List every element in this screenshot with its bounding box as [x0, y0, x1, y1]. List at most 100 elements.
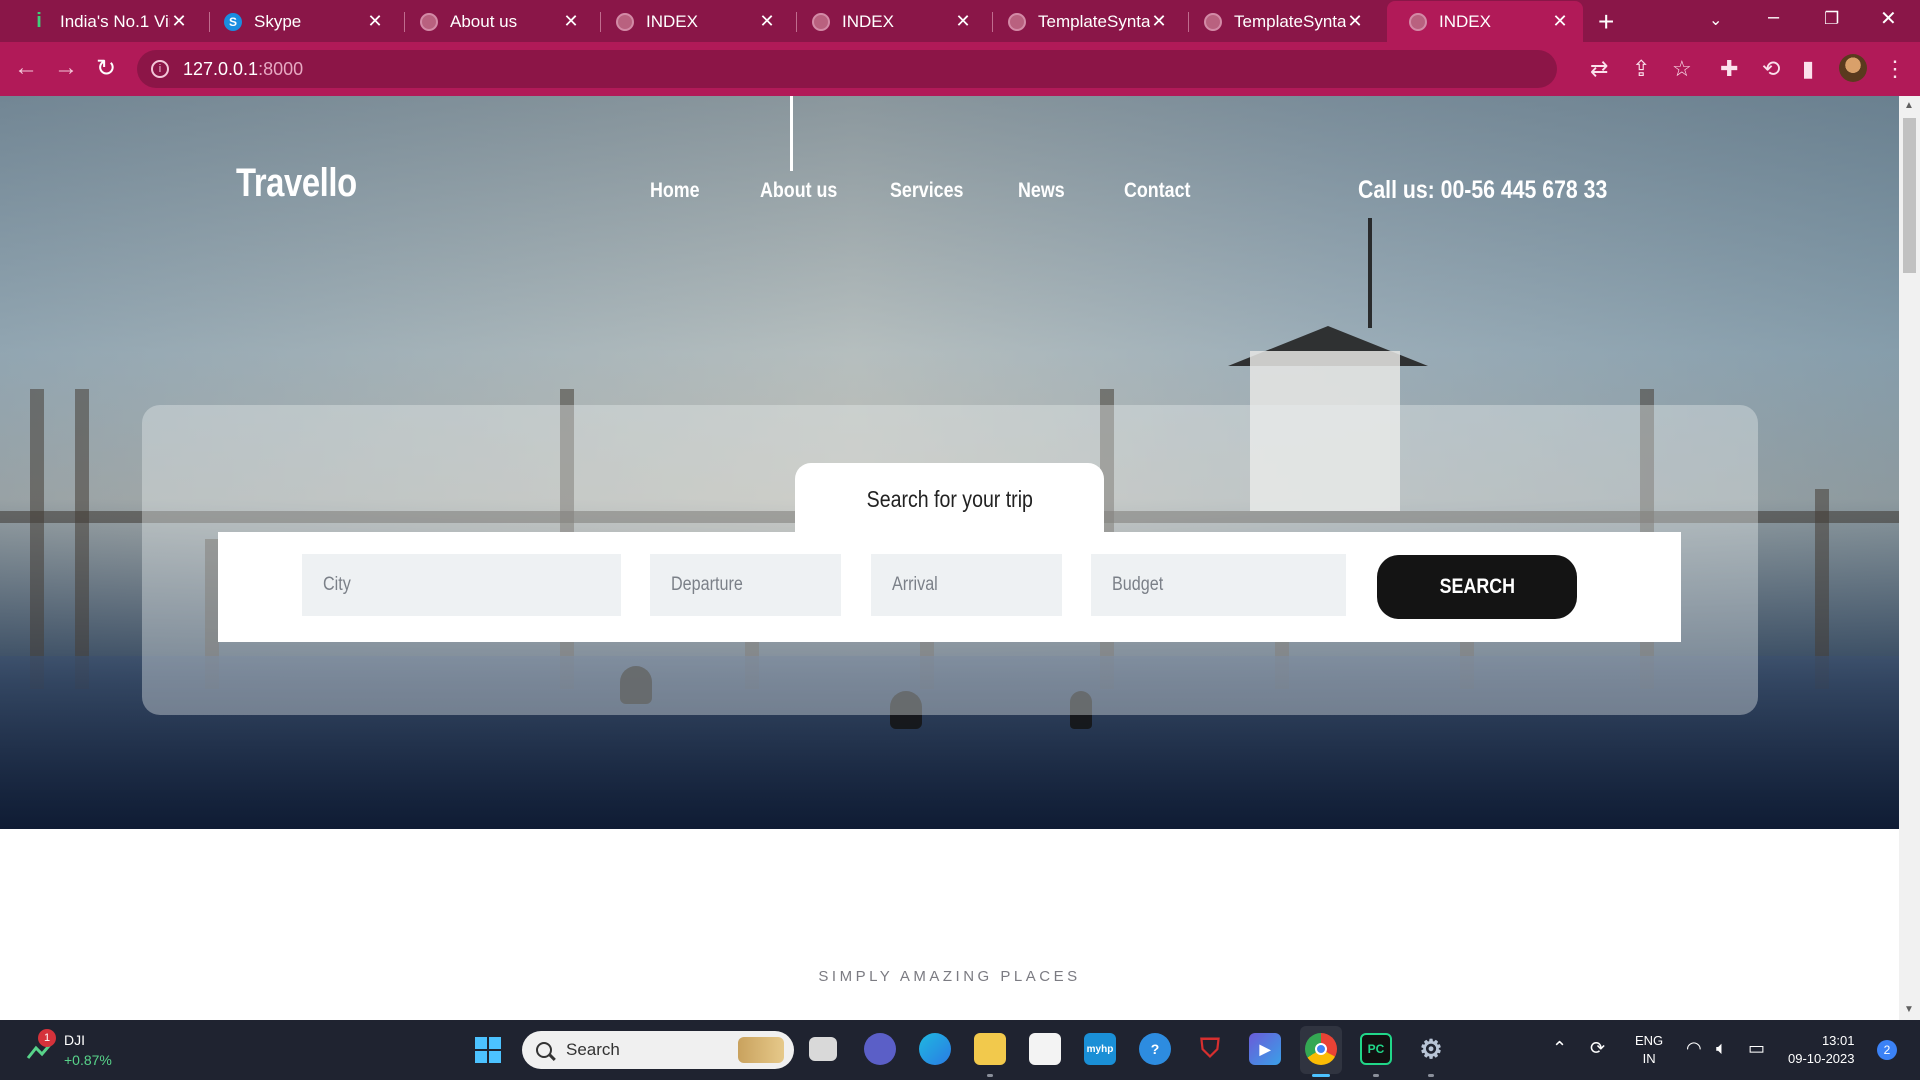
mcafee-icon[interactable]: ⛉	[1194, 1033, 1226, 1065]
forward-icon[interactable]: →	[54, 54, 78, 82]
chrome-icon[interactable]	[1305, 1033, 1337, 1065]
departure-input[interactable]: Departure	[650, 554, 841, 616]
stock-change: +0.87%	[64, 1052, 112, 1068]
search-heading: Search for your trip	[866, 485, 1033, 512]
running-indicator	[1428, 1074, 1434, 1077]
extension-icon[interactable]: ⟲	[1762, 56, 1780, 82]
menu-icon[interactable]: ⋮	[1884, 56, 1906, 82]
page-scrollbar[interactable]: ▲ ▼	[1899, 96, 1920, 1020]
close-icon[interactable]: ✕	[1551, 11, 1569, 32]
notification-badge[interactable]: 2	[1877, 1040, 1897, 1060]
microsoft-store-icon[interactable]	[1029, 1033, 1061, 1065]
volume-icon[interactable]: 🔈︎	[1716, 1038, 1727, 1059]
language-code: ENG	[1635, 1033, 1664, 1048]
scroll-up-icon[interactable]: ▲	[1904, 100, 1914, 111]
settings-gear-icon[interactable]: ⚙	[1415, 1033, 1447, 1065]
departure-placeholder: Departure	[671, 574, 743, 595]
globe-icon	[812, 12, 830, 31]
clock[interactable]: 13:01 09-10-2023	[1788, 1032, 1855, 1068]
get-help-icon[interactable]: ?	[1139, 1033, 1171, 1065]
nav-news[interactable]: News	[1018, 179, 1065, 203]
minimize-icon[interactable]: –	[1768, 6, 1779, 29]
city-input[interactable]: City	[302, 554, 621, 616]
extensions-icon[interactable]: ✚	[1720, 56, 1738, 82]
close-window-icon[interactable]: ✕	[1880, 6, 1897, 31]
arrival-input[interactable]: Arrival	[871, 554, 1062, 616]
close-icon[interactable]: ✕	[758, 11, 776, 32]
site-info-icon[interactable]: i	[151, 60, 169, 78]
tab-2[interactable]: S Skype ✕	[202, 1, 398, 42]
tab-search-icon[interactable]: ⌄	[1709, 10, 1722, 30]
tab-title: INDEX	[646, 11, 698, 31]
stock-name[interactable]: DJI	[64, 1032, 85, 1048]
taskbar-search[interactable]: Search	[522, 1031, 794, 1069]
translate-icon[interactable]: ⇄	[1590, 56, 1608, 82]
tab-title: About us	[450, 11, 518, 31]
new-tab-button[interactable]: +	[1598, 6, 1614, 38]
tab-1[interactable]: i India's No.1 Virtu ✕	[8, 1, 202, 42]
task-view-icon[interactable]	[809, 1037, 837, 1061]
tower-mast	[1368, 218, 1372, 328]
tab-title: India's No.1 Virtu	[60, 11, 170, 31]
tab-7[interactable]: TemplateSyntaxE ✕	[1182, 1, 1378, 42]
share-icon[interactable]: ⇪	[1632, 56, 1650, 82]
profile-avatar[interactable]	[1839, 54, 1867, 82]
search-heading-tab: Search for your trip	[795, 463, 1104, 535]
close-icon[interactable]: ✕	[366, 11, 384, 32]
search-icon	[536, 1042, 552, 1058]
brand-i-icon: i	[36, 10, 42, 32]
myhp-icon[interactable]: myhp	[1084, 1033, 1116, 1065]
clock-time: 13:01	[1821, 1033, 1855, 1048]
globe-icon	[1008, 12, 1026, 31]
search-highlight-image	[738, 1037, 784, 1063]
address-bar[interactable]: i 127.0.0.1 :8000	[137, 50, 1557, 88]
header-divider-line	[790, 96, 793, 171]
city-placeholder: City	[323, 574, 351, 595]
globe-icon	[420, 12, 438, 31]
close-icon[interactable]: ✕	[170, 11, 188, 32]
bookmark-star-icon[interactable]: ☆	[1672, 56, 1692, 82]
site-logo[interactable]: Travello	[236, 161, 357, 206]
tab-4[interactable]: INDEX ✕	[594, 1, 790, 42]
side-panel-icon[interactable]: ▮	[1802, 56, 1814, 82]
teams-chat-icon[interactable]	[864, 1033, 896, 1065]
pier-post	[75, 389, 89, 689]
search-button[interactable]: SEARCH	[1377, 555, 1577, 619]
search-button-label: SEARCH	[1439, 575, 1515, 598]
nav-services[interactable]: Services	[890, 179, 963, 203]
edge-icon[interactable]	[919, 1033, 951, 1065]
close-icon[interactable]: ✕	[562, 11, 580, 32]
pycharm-icon[interactable]: PC	[1360, 1033, 1392, 1065]
reload-icon[interactable]: ↻	[96, 54, 116, 83]
skype-icon: S	[224, 12, 242, 31]
arrival-placeholder: Arrival	[892, 574, 938, 595]
file-explorer-icon[interactable]	[974, 1033, 1006, 1065]
close-icon[interactable]: ✕	[954, 11, 972, 32]
close-icon[interactable]: ✕	[1346, 11, 1364, 32]
tab-title: TemplateSyntaxE	[1038, 11, 1150, 31]
tab-8-active[interactable]: INDEX ✕	[1387, 1, 1583, 42]
windows-start-icon[interactable]	[474, 1036, 502, 1064]
scroll-down-icon[interactable]: ▼	[1904, 1004, 1914, 1015]
scrollbar-thumb[interactable]	[1903, 118, 1916, 273]
nav-about-us[interactable]: About us	[760, 179, 837, 203]
tab-5[interactable]: INDEX ✕	[790, 1, 986, 42]
show-hidden-icons[interactable]: ⌃	[1552, 1038, 1567, 1059]
active-indicator	[1312, 1074, 1330, 1077]
media-player-icon[interactable]: ▶	[1249, 1033, 1281, 1065]
tab-6[interactable]: TemplateSyntaxE ✕	[986, 1, 1182, 42]
battery-icon[interactable]: ▭	[1748, 1038, 1765, 1059]
tab-3[interactable]: About us ✕	[398, 1, 594, 42]
sync-icon[interactable]: ⟳	[1590, 1038, 1605, 1059]
wifi-icon[interactable]: ◠	[1686, 1038, 1702, 1059]
language-indicator[interactable]: ENG IN	[1635, 1032, 1663, 1068]
page-viewport: Travello Home About us Services News Con…	[0, 96, 1899, 1020]
call-us-text: Call us: 00-56 445 678 33	[1358, 176, 1608, 204]
nav-contact[interactable]: Contact	[1124, 179, 1190, 203]
back-icon[interactable]: ←	[14, 54, 38, 82]
running-indicator	[1373, 1074, 1379, 1077]
close-icon[interactable]: ✕	[1150, 11, 1168, 32]
nav-home[interactable]: Home	[650, 179, 700, 203]
restore-icon[interactable]: ❐	[1824, 9, 1839, 29]
budget-input[interactable]: Budget	[1091, 554, 1346, 616]
